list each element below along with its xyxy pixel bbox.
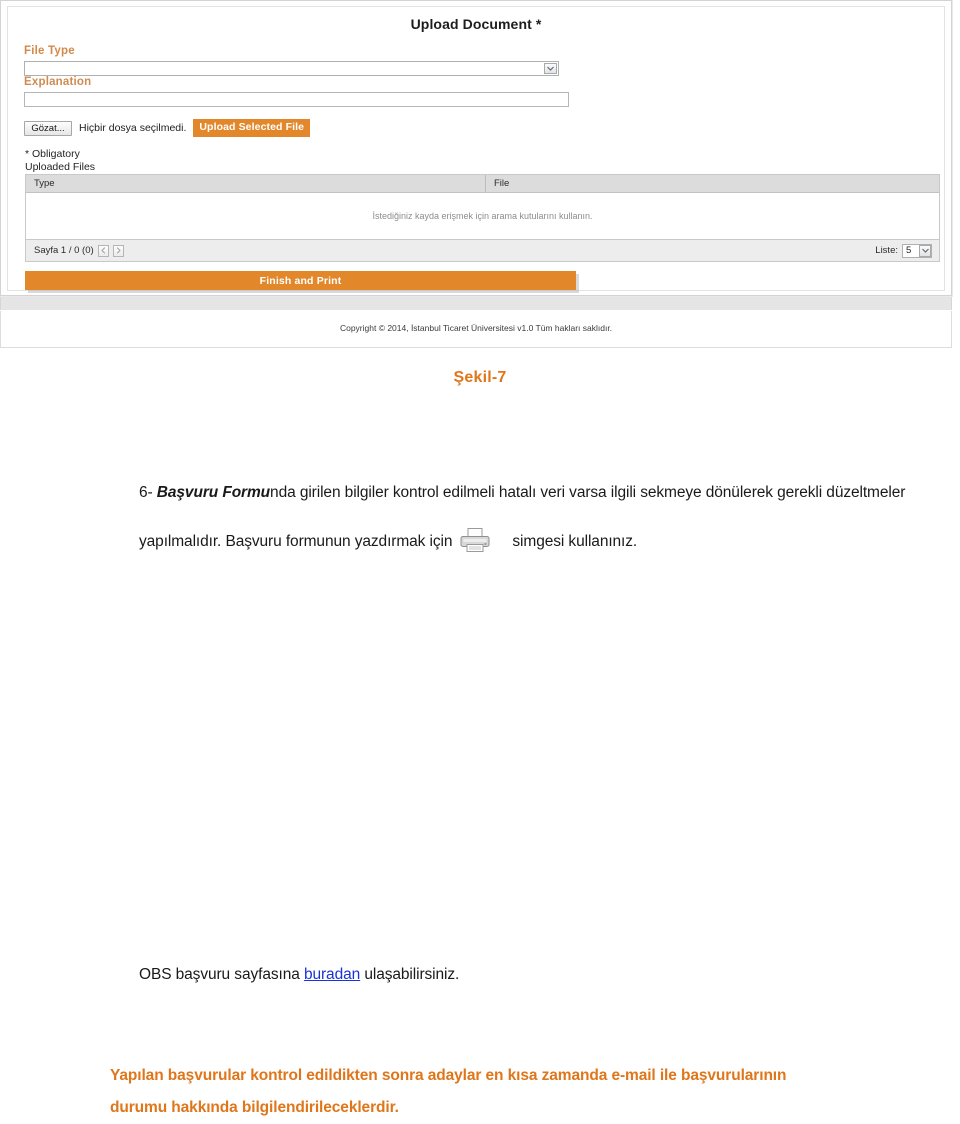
- obs-application-link[interactable]: buradan: [304, 966, 360, 983]
- explanation-field-group: Explanation: [24, 76, 569, 107]
- obs-link-paragraph: OBS başvuru sayfasına buradan ulaşabilir…: [139, 966, 459, 984]
- page-size-select[interactable]: 5: [902, 243, 932, 258]
- printer-icon: [460, 524, 490, 552]
- page-size-value: 5: [906, 244, 912, 256]
- table-empty-message: İstediğiniz kayda erişmek için arama kut…: [372, 211, 593, 221]
- table-body: İstediğiniz kayda erişmek için arama kut…: [26, 193, 939, 240]
- instruction-paragraph: 6- Başvuru Formunda girilen bilgiler kon…: [139, 468, 960, 566]
- site-footer: Copyright © 2014, İstanbul Ticaret Ünive…: [0, 311, 952, 348]
- chevron-down-icon[interactable]: [919, 244, 931, 257]
- link-suffix-text: ulaşabilirsiniz.: [360, 966, 460, 983]
- page-separator: [0, 297, 952, 310]
- pagination-controls: Sayfa 1 / 0 (0): [34, 244, 124, 257]
- figure-caption: Şekil-7: [453, 369, 507, 386]
- explanation-label: Explanation: [24, 76, 92, 88]
- previous-page-button[interactable]: [97, 244, 109, 257]
- paragraph-emphasis: Başvuru Formu: [156, 484, 271, 501]
- upload-selected-file-button[interactable]: Upload Selected File: [193, 119, 311, 137]
- document-body: Şekil-7 6- Başvuru Formunda girilen bilg…: [0, 348, 960, 1116]
- file-upload-row: Gözat... Hiçbir dosya seçilmedi. Upload …: [24, 119, 311, 137]
- next-page-button[interactable]: [112, 244, 124, 257]
- browser-window-frame: Upload Document * File Type Explanation …: [0, 0, 952, 296]
- uploaded-files-label: Uploaded Files: [25, 161, 96, 173]
- file-type-label: File Type: [24, 45, 75, 57]
- browse-file-button[interactable]: Gözat...: [24, 120, 72, 136]
- selected-file-name: Hiçbir dosya seçilmedi.: [79, 122, 187, 134]
- link-prefix-text: OBS başvuru sayfasına: [139, 966, 304, 983]
- obligatory-note: * Obligatory: [25, 148, 80, 160]
- file-type-select[interactable]: [24, 61, 559, 76]
- column-header-type[interactable]: Type: [26, 175, 486, 192]
- copyright-text: Copyright © 2014, İstanbul Ticaret Ünive…: [339, 323, 613, 333]
- page-content-panel: Upload Document * File Type Explanation …: [7, 6, 945, 291]
- chevron-down-icon[interactable]: [544, 63, 557, 74]
- finish-and-print-button[interactable]: Finish and Print: [25, 271, 576, 290]
- file-type-field-group: File Type: [24, 45, 559, 76]
- embedded-screenshot: Upload Document * File Type Explanation …: [0, 0, 960, 348]
- paragraph-number: 6-: [139, 484, 157, 501]
- page-size-label: Liste:: [875, 245, 898, 256]
- pagination-status: Sayfa 1 / 0 (0): [34, 245, 94, 256]
- page-title: Upload Document *: [410, 16, 542, 32]
- column-header-file[interactable]: File: [486, 175, 939, 192]
- table-footer: Sayfa 1 / 0 (0) Liste: 5: [26, 240, 939, 261]
- notice-line-2: durumu hakkında bilgilendirileceklerdir.: [110, 1099, 399, 1116]
- uploaded-files-table: Type File İstediğiniz kayda erişmek için…: [25, 174, 940, 262]
- notice-line-1: Yapılan başvurular kontrol edildikten so…: [110, 1067, 787, 1084]
- table-header-row: Type File: [26, 175, 939, 193]
- page-size-control: Liste: 5: [875, 243, 932, 258]
- paragraph-text-tail: simgesi kullanınız.: [512, 533, 638, 550]
- explanation-input[interactable]: [24, 92, 569, 107]
- notice-paragraph: Yapılan başvurular kontrol edildikten so…: [110, 1060, 955, 1124]
